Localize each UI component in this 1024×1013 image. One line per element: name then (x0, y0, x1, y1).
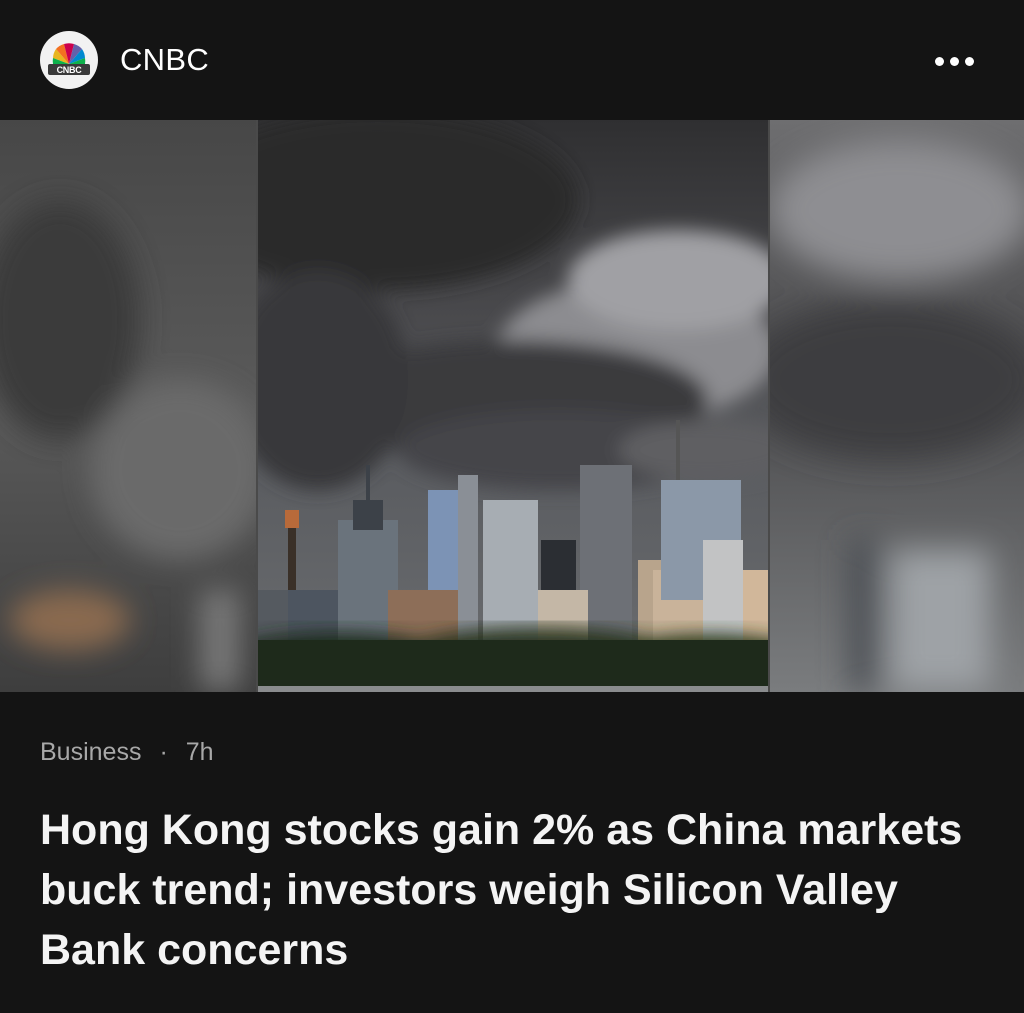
article-image-area[interactable] (0, 120, 1024, 692)
logo-text: CNBC (56, 65, 82, 75)
article-age: 7h (185, 738, 214, 766)
cnbc-logo-icon[interactable]: CNBC (40, 31, 98, 89)
more-horizontal-icon-dot (964, 56, 974, 66)
article-category[interactable]: Business (40, 738, 141, 767)
feed-card-header: CNBC CNBC (0, 0, 1024, 120)
blurred-backdrop-right (770, 120, 1024, 692)
more-options-button[interactable] (924, 44, 984, 78)
article-meta: Business · 7h (40, 738, 214, 767)
blurred-backdrop-left (0, 120, 256, 692)
more-horizontal-icon-dot (934, 56, 944, 66)
more-horizontal-icon-dot (949, 56, 959, 66)
article-headline[interactable]: Hong Kong stocks gain 2% as China market… (40, 800, 980, 980)
source-name[interactable]: CNBC (120, 42, 209, 78)
meta-separator: · (159, 738, 168, 766)
storm-skyline-photo (258, 120, 768, 692)
